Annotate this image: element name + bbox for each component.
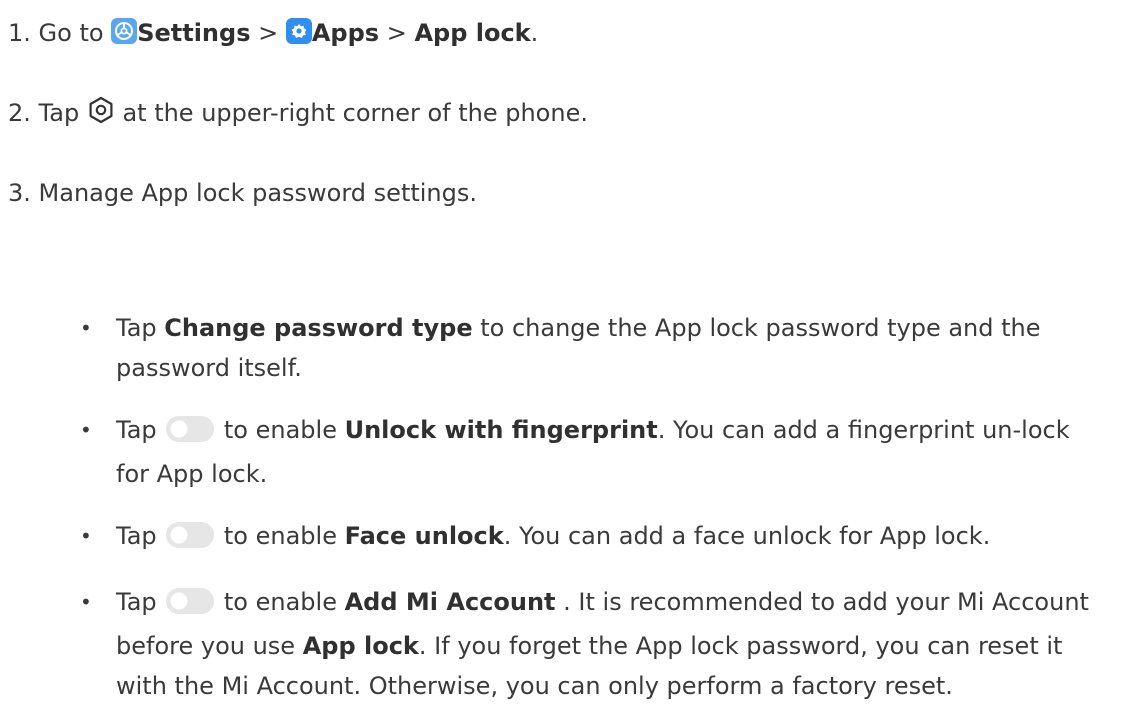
step-end: . [530,19,539,47]
bullet-mid: to enable [216,522,345,550]
bullet-item-unlock-fingerprint: • Tap to enable Unlock with fingerprint.… [80,410,1110,494]
bullet-lead: Tap [116,416,165,444]
step-text: Manage App lock password settings. [38,179,478,207]
bullet-lead: Tap [116,588,165,616]
bullet-dot: • [80,524,92,548]
app-lock-label: App lock [302,632,419,660]
bullet-rest: . You can add a face unlock for App lock… [503,522,991,550]
step-lead: Go to [38,19,112,47]
bullet-lead: Tap [116,314,165,342]
bullet-lead: Tap [116,522,165,550]
unlock-with-fingerprint-label: Unlock with fingerprint [344,416,658,444]
bullet-list: • Tap Change password type to change the… [80,308,1110,728]
bullet-mid: to enable [216,416,345,444]
step-3: 3. Manage App lock password settings. [8,176,477,210]
step-number: 2. [8,99,31,127]
gear-hexagon-icon [87,96,115,133]
step-1: 1. Go to Settings > Apps > App lock. [8,16,538,53]
settings-app-icon [111,18,138,53]
toggle-off-icon [166,414,215,454]
app-lock-label: App lock [414,19,531,47]
step-rest: at the upper-right corner of the phone. [114,99,588,127]
toggle-off-icon [166,586,215,626]
add-mi-account-label: Add Mi Account [344,588,556,616]
bullet-mid: to enable [216,588,345,616]
step-2: 2. Tap at the upper-right corner of the … [8,96,588,133]
bullet-item-face-unlock: • Tap to enable Face unlock. You can add… [80,516,1110,560]
bullet-item-change-password-type: • Tap Change password type to change the… [80,308,1110,388]
bullet-dot: • [80,590,92,614]
change-password-type-label: Change password type [164,314,473,342]
face-unlock-label: Face unlock [344,522,504,550]
settings-label: Settings [137,19,251,47]
apps-app-icon [285,18,312,53]
bullet-dot: • [80,418,92,442]
instruction-document: 1. Go to Settings > Apps > App lock. 2. … [0,0,1133,719]
separator: > [250,19,286,47]
separator: > [379,19,415,47]
step-number: 3. [8,179,31,207]
step-number: 1. [8,19,31,47]
toggle-off-icon [166,520,215,560]
step-lead: Tap [38,99,87,127]
bullet-item-add-mi-account: • Tap to enable Add Mi Account . It is r… [80,582,1110,706]
apps-label: Apps [311,19,380,47]
bullet-dot: • [80,316,92,340]
